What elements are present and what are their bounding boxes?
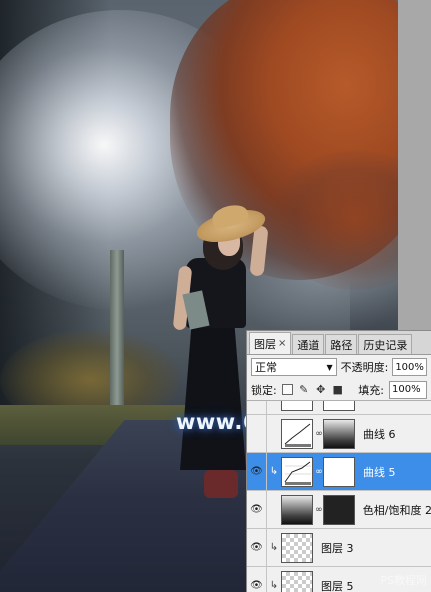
lock-row: 锁定: ✎ ✥ ■ 填充: 100% [247,379,431,401]
eye-icon[interactable]: 👁 [247,529,267,566]
clip-arrow-icon: ↳ [269,580,279,591]
layer-name: 色相/饱和度 2 [362,503,431,517]
lock-transparent-icon[interactable] [281,384,293,395]
curves-icon [281,456,313,487]
clip-arrow-icon: ↳ [269,466,279,477]
layer-name: 曲线 6 [363,427,396,441]
workspace-background [398,0,431,330]
tab-paths-label: 路径 [330,338,353,352]
layer-name: 曲线 5 [363,465,396,479]
tab-history[interactable]: 历史记录 [358,334,413,354]
layer-thumbnail [281,570,313,592]
eye-icon[interactable]: 👁 [247,567,267,592]
eye-icon[interactable]: 👁 [247,453,267,490]
blend-row: 正常 ▼ 不透明度: 100% [247,355,431,379]
link-icon: ∞ [315,428,323,439]
tab-layers[interactable]: 图层 × [249,332,292,354]
layer-row-curves-6[interactable]: ∞ 曲线 6 [247,415,431,453]
panel-tabs: 图层 × 通道 路径 历史记录 [247,331,431,355]
mask-thumbnail [323,418,355,449]
chevron-down-icon: ▼ [326,362,333,372]
layer-row[interactable] [247,401,431,415]
woman-boots [204,470,238,498]
mask-thumbnail [322,494,355,525]
fill-label: 填充: [358,383,384,397]
blend-mode-select[interactable]: 正常 ▼ [251,358,337,376]
layer-row-curves-5[interactable]: 👁 ↳ ∞ 曲线 5 [247,453,431,491]
blend-mode-value: 正常 [255,361,277,374]
layer-name: 图层 3 [321,541,354,555]
mask-thumbnail [323,456,355,487]
eye-icon[interactable]: 👁 [247,491,267,528]
link-icon: ∞ [315,466,323,477]
tree-trunk [110,250,124,430]
mask-thumbnail [323,401,355,411]
tab-channels[interactable]: 通道 [292,334,325,354]
lock-label: 锁定: [251,383,277,397]
tab-channels-label: 通道 [297,338,320,352]
link-icon: ∞ [315,504,323,515]
fill-input[interactable]: 100% [389,380,427,399]
opacity-input[interactable]: 100% [392,358,427,376]
layer-row-hue-saturation-2[interactable]: 👁 ∞ 色相/饱和度 2 [247,491,431,529]
layer-thumbnail [281,532,313,563]
curves-icon [281,418,313,449]
close-icon[interactable]: × [278,338,286,349]
lock-all-icon[interactable]: ■ [332,383,344,396]
adjustment-thumbnail [280,494,313,525]
layer-row-layer-3[interactable]: 👁 ↳ 图层 3 [247,529,431,567]
lock-brush-icon[interactable]: ✎ [298,383,310,396]
visibility-toggle[interactable] [247,415,267,452]
opacity-label: 不透明度: [340,361,389,374]
adjustment-thumbnail [281,401,313,411]
corner-watermark: PS教程网 [380,574,427,587]
layers-panel: 图层 × 通道 路径 历史记录 正常 ▼ 不透明度: 100% 锁定: ✎ ✥ … [246,330,431,592]
woman-dress [180,320,246,470]
lock-move-icon[interactable]: ✥ [315,383,327,396]
layer-name: 图层 5 [321,579,354,592]
tab-layers-label: 图层 [254,337,276,351]
layer-list: ∞ 曲线 6 👁 ↳ ∞ 曲线 5 👁 ∞ 色相/饱和度 2 👁 ↳ 图层 3 … [247,401,431,592]
tab-paths[interactable]: 路径 [325,334,358,354]
tab-history-label: 历史记录 [363,338,408,352]
visibility-toggle[interactable] [247,401,267,414]
clip-arrow-icon: ↳ [269,542,279,553]
